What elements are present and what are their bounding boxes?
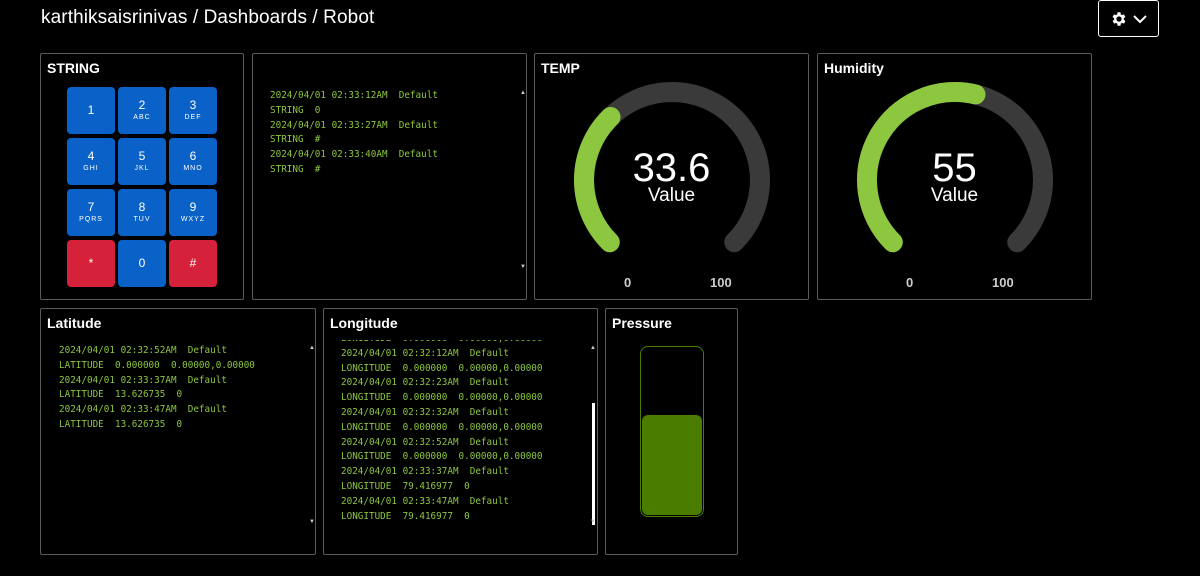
temp-gauge-panel: TEMP 33.6 Value 0 100 <box>534 53 809 300</box>
scroll-down-icon[interactable]: ▼ <box>309 519 315 525</box>
key-digit: 0 <box>138 256 146 270</box>
longitude-terminal[interactable]: LONGITUDE 0.000000 0.00000,0.000002024/0… <box>341 340 543 524</box>
key-letters: ABC <box>133 114 151 121</box>
keypad-key-1[interactable]: 1 <box>67 87 115 134</box>
panel-title: STRING <box>47 60 100 76</box>
scroll-down-icon[interactable]: ▼ <box>590 519 596 525</box>
panel-title: Latitude <box>47 315 102 331</box>
key-letters: DEF <box>184 114 202 121</box>
gauge-value-label: Value <box>647 185 696 206</box>
log-line: STRING 0 <box>270 104 321 116</box>
log-line: LONGITUDE 0.000000 0.00000,0.00000 <box>341 451 543 463</box>
log-line: 2024/04/01 02:33:47AM Default <box>59 404 227 416</box>
key-letters: MNO <box>183 165 203 172</box>
breadcrumb-title: karthiksaisrinivas / Dashboards / Robot <box>41 7 375 28</box>
gear-icon <box>1112 11 1125 26</box>
key-digit: 5 <box>138 149 146 163</box>
key-digit: 3 <box>189 98 197 112</box>
latitude-log-panel: Latitude 2024/04/01 02:32:52AM Default LA… <box>40 308 316 555</box>
chevron-down-icon <box>1132 14 1147 23</box>
log-line: STRING # <box>270 134 321 146</box>
key-digit: 7 <box>87 200 95 214</box>
keypad-key-hash[interactable]: # <box>169 240 217 287</box>
keypad-key-2[interactable]: 2 ABC <box>118 87 166 134</box>
humidity-gauge-panel: Humidity 55 Value 0 100 <box>817 53 1092 300</box>
string-log-panel: 2024/04/01 02:33:12AM Default STRING 0 202… <box>252 53 527 300</box>
log-line: LONGITUDE 79.416977 0 <box>341 480 470 492</box>
gauge-max-label: 100 <box>992 275 1014 290</box>
string-keypad-panel: STRING 1 2 ABC 3 DEF 4 GHI 5 JKL 6 MNO 7 PQRS 8 TUV 9 WX… <box>40 53 244 300</box>
log-line: 2024/04/01 02:33:40AM Default <box>270 149 438 161</box>
key-digit: 1 <box>87 103 95 117</box>
log-line: 2024/04/01 02:32:32AM Default <box>341 406 509 418</box>
key-digit: 9 <box>189 200 197 214</box>
latitude-terminal[interactable]: 2024/04/01 02:32:52AM Default LATITUDE 0.… <box>59 344 255 433</box>
keypad-key-4[interactable]: 4 GHI <box>67 138 115 185</box>
gauge-min-label: 0 <box>906 275 914 290</box>
log-line: 2024/04/01 02:33:37AM Default <box>341 466 509 478</box>
keypad: 1 2 ABC 3 DEF 4 GHI 5 JKL 6 MNO 7 PQRS 8 TUV 9 WXYZ * 0 # <box>67 87 217 287</box>
keypad-key-star[interactable]: * <box>67 240 115 287</box>
keypad-key-6[interactable]: 6 MNO <box>169 138 217 185</box>
panel-title: Pressure <box>612 315 672 331</box>
keypad-key-5[interactable]: 5 JKL <box>118 138 166 185</box>
key-letters: PQRS <box>79 216 103 223</box>
log-line: LATITUDE 13.626735 0 <box>59 389 183 401</box>
log-line: STRING # <box>270 163 321 175</box>
log-line: 2024/04/01 02:33:27AM Default <box>270 119 438 131</box>
key-letters: GHI <box>83 165 99 172</box>
key-letters: JKL <box>134 165 150 172</box>
key-letters: WXYZ <box>180 216 206 223</box>
key-digit: 4 <box>87 149 95 163</box>
key-letters: TUV <box>133 216 151 223</box>
log-line: LONGITUDE 0.000000 0.00000,0.00000 <box>341 421 543 433</box>
log-terminal[interactable]: 2024/04/01 02:33:12AM Default STRING 0 202… <box>270 89 438 178</box>
key-digit: 2 <box>138 98 146 112</box>
log-line: 2024/04/01 02:32:23AM Default <box>341 377 509 389</box>
log-line: LATITUDE 0.000000 0.00000,0.00000 <box>59 359 255 371</box>
log-line: LONGITUDE 79.416977 0 <box>341 510 470 522</box>
scrollbar-thumb[interactable] <box>592 403 595 525</box>
scroll-up-icon[interactable]: ▲ <box>309 345 315 351</box>
scroll-up-icon[interactable]: ▲ <box>590 345 596 351</box>
keypad-key-8[interactable]: 8 TUV <box>118 189 166 236</box>
log-line: 2024/04/01 02:33:47AM Default <box>341 495 509 507</box>
log-line: LONGITUDE 0.000000 0.00000,0.00000 <box>341 392 543 404</box>
key-digit: 8 <box>138 200 146 214</box>
key-digit: * <box>88 256 94 270</box>
pressure-level-tank <box>640 346 704 517</box>
pressure-level-panel: Pressure <box>605 308 738 555</box>
scroll-down-icon[interactable]: ▼ <box>520 264 526 270</box>
keypad-key-7[interactable]: 7 PQRS <box>67 189 115 236</box>
scroll-up-icon[interactable]: ▲ <box>520 90 526 96</box>
gauge-max-label: 100 <box>710 275 732 290</box>
pressure-level-fill <box>642 415 702 515</box>
log-line: LONGITUDE 0.000000 0.00000,0.00000 <box>341 362 543 374</box>
gauge-value-label: Value <box>930 185 979 206</box>
keypad-key-3[interactable]: 3 DEF <box>169 87 217 134</box>
log-line: 2024/04/01 02:33:12AM Default <box>270 90 438 101</box>
key-digit: # <box>189 256 197 270</box>
panel-title: Longitude <box>330 315 398 331</box>
keypad-key-0[interactable]: 0 <box>118 240 166 287</box>
settings-dropdown-button[interactable] <box>1098 0 1159 37</box>
log-line: 2024/04/01 02:32:52AM Default <box>341 436 509 448</box>
log-line: LATITUDE 13.626735 0 <box>59 418 183 430</box>
log-line: 2024/04/01 02:32:52AM Default <box>59 345 227 356</box>
longitude-log-panel: Longitude LONGITUDE 0.000000 0.00000,0.0… <box>323 308 598 555</box>
longitude-viewport: LONGITUDE 0.000000 0.00000,0.000002024/0… <box>324 340 597 528</box>
log-line: 2024/04/01 02:33:37AM Default <box>59 374 227 386</box>
gauge-min-label: 0 <box>624 275 632 290</box>
log-line: LONGITUDE 0.000000 0.00000,0.00000 <box>341 340 543 347</box>
log-line: 2024/04/01 02:32:12AM Default <box>341 347 509 359</box>
keypad-key-9[interactable]: 9 WXYZ <box>169 189 217 236</box>
key-digit: 6 <box>189 149 197 163</box>
